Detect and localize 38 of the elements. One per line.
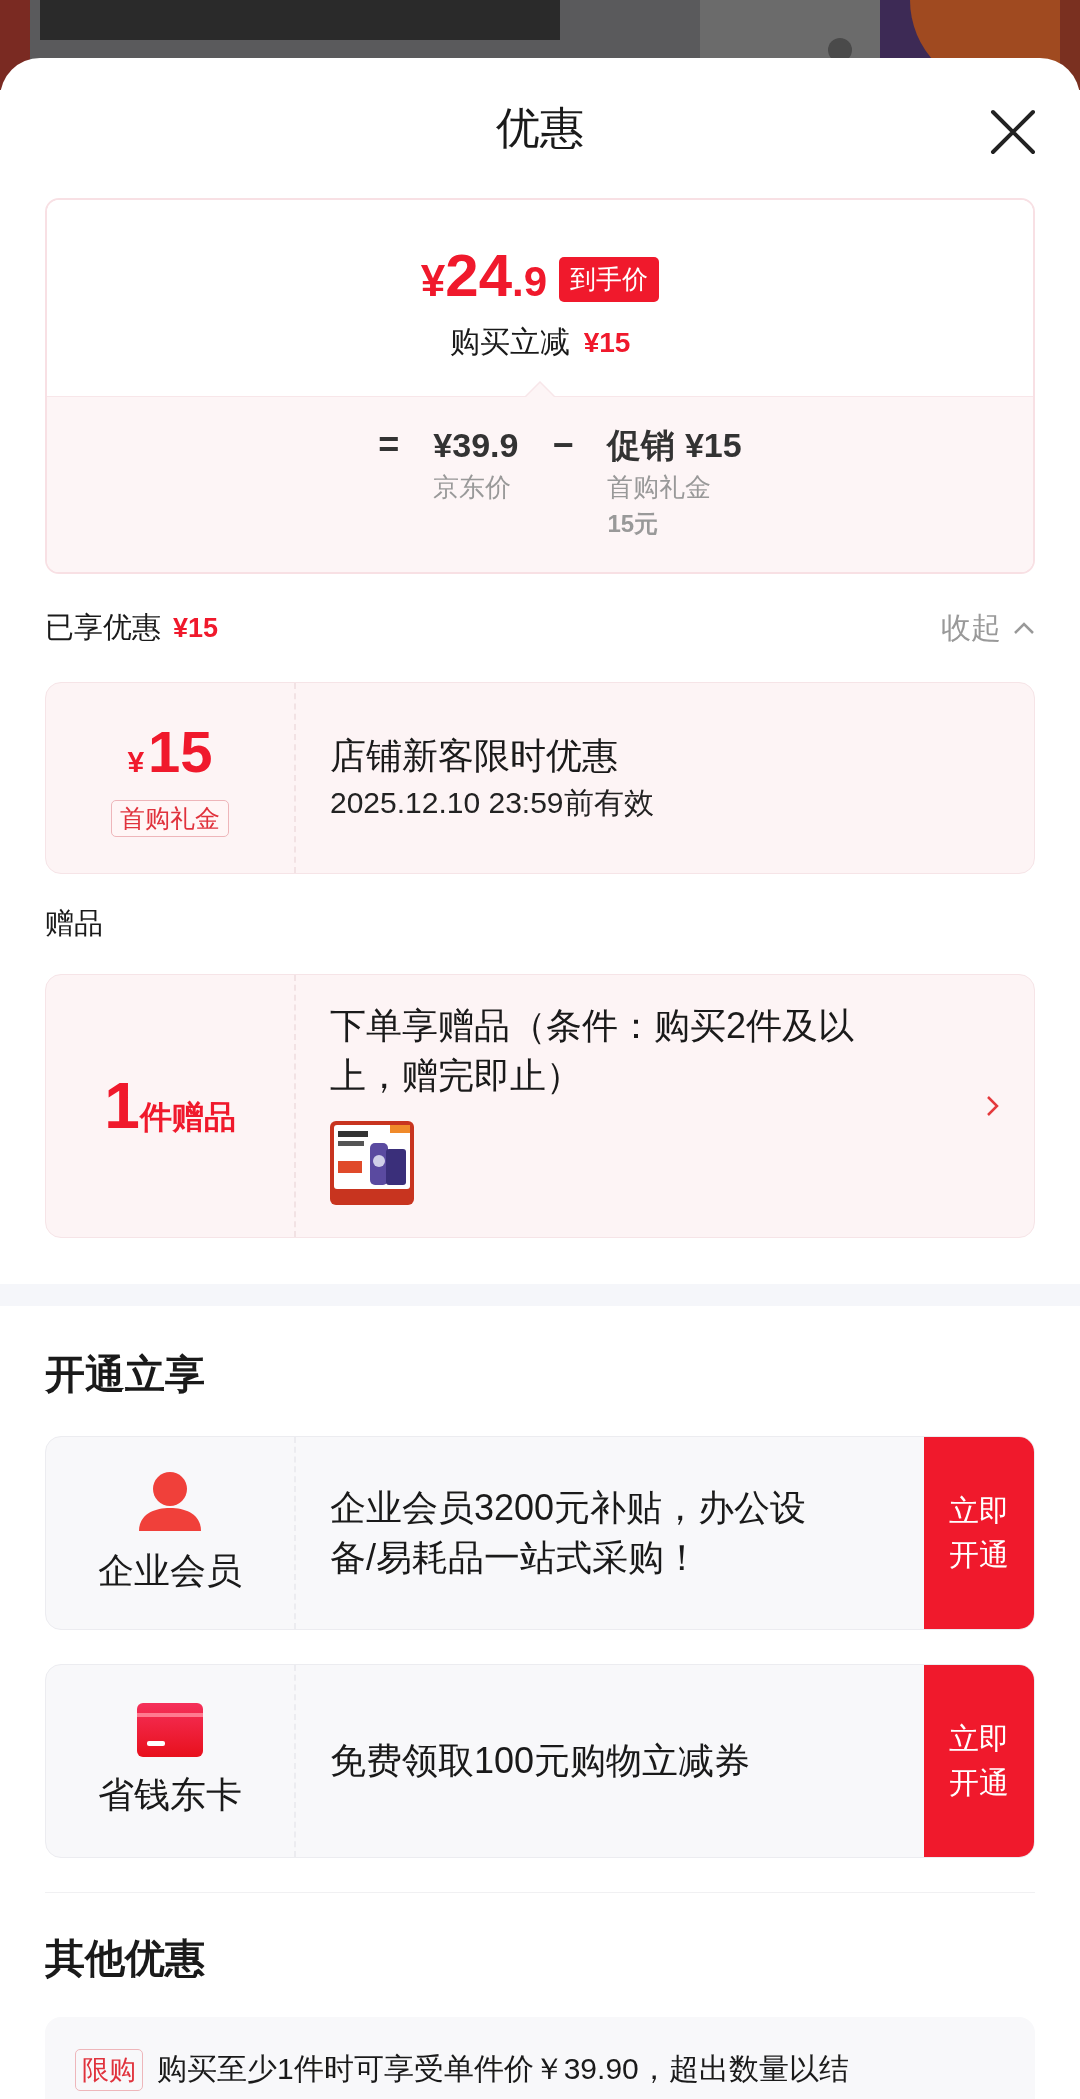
coupon-validity: 2025.12.10 23:59前有效 — [330, 785, 655, 821]
term-note: 15元 — [607, 509, 660, 539]
offer-name: 企业会员 — [98, 1548, 242, 1593]
operator-sign: = — [378, 423, 400, 467]
coupon-title: 店铺新客限时优惠 — [330, 734, 619, 778]
coupon-tag: 首购礼金 — [111, 799, 229, 837]
price-term: ¥39.9 — [433, 425, 519, 466]
close-icon — [990, 109, 1036, 155]
discount-label: 购买立减 — [449, 324, 570, 360]
activate-button[interactable]: 立即开通 — [924, 1665, 1034, 1857]
sheet-title: 优惠 — [496, 101, 584, 154]
operator-sign: − — [552, 423, 574, 467]
section-heading: 其他优惠 — [45, 1934, 206, 1982]
final-price: ¥24.9 — [420, 244, 548, 311]
gift-card[interactable]: 1件赠品 下单享赠品（条件：购买2件及以上，赠完即止） — [45, 974, 1035, 1238]
offer-text: 购买至少1件时可享受单件价￥39.90，超出数量以结 — [157, 2051, 849, 2087]
offer-description: 企业会员3200元补贴，办公设备/易耗品一站式采购！ — [330, 1486, 808, 1580]
term-note: 京东价 — [433, 471, 513, 504]
offer-name: 省钱东卡 — [98, 1772, 242, 1817]
collapse-toggle[interactable]: 收起 — [941, 607, 1035, 649]
chevron-icon — [1013, 621, 1035, 635]
applied-amount: ¥15 — [173, 613, 219, 644]
section-label: 赠品 — [45, 906, 104, 941]
activate-button[interactable]: 立即开通 — [924, 1437, 1034, 1629]
gift-description: 下单享赠品（条件：购买2件及以上，赠完即止） — [330, 1004, 856, 1098]
applied-label: 已享优惠 — [45, 610, 161, 645]
section-heading: 开通立享 — [45, 1350, 206, 1398]
offer-description: 免费领取100元购物立减券 — [330, 1739, 752, 1783]
price-term: 促销 ¥15 — [607, 425, 742, 466]
person-icon — [137, 1470, 203, 1533]
discount-amount: ¥15 — [583, 327, 631, 359]
price-badge: 到手价 — [559, 256, 660, 302]
gift-count: 1件赠品 — [104, 1069, 236, 1143]
card-icon — [137, 1702, 203, 1757]
limit-tag: 限购 — [75, 2049, 143, 2091]
term-note: 首购礼金 — [607, 471, 713, 504]
chevron-right-icon — [986, 1095, 1000, 1117]
coupon-amount: ¥15 — [127, 719, 213, 786]
